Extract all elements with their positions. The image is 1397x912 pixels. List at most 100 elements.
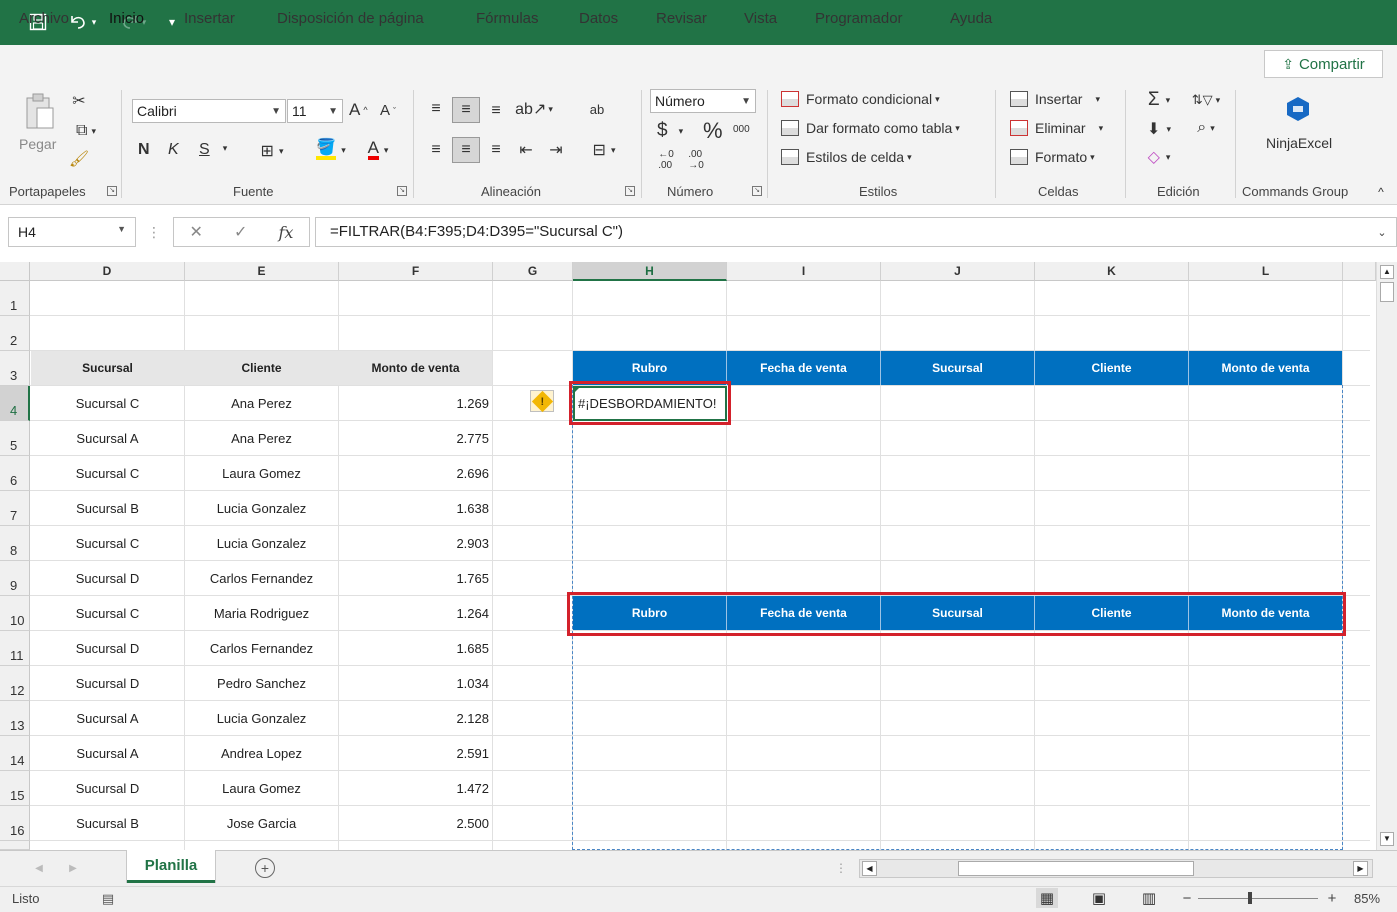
row-header[interactable]: 11: [0, 631, 30, 666]
table-cell[interactable]: Carlos Fernandez: [185, 561, 338, 595]
sort-filter-icon[interactable]: ⇅▽ ▾: [1186, 89, 1226, 111]
sheet-tab-planilla[interactable]: Planilla: [127, 850, 215, 883]
tab-ayuda[interactable]: Ayuda: [950, 10, 992, 27]
table-cell[interactable]: Laura Gomez: [185, 771, 338, 805]
ninjaexcel-icon[interactable]: [1285, 95, 1311, 123]
align-left-icon[interactable]: ≡: [426, 140, 446, 160]
scroll-down-icon[interactable]: ▼: [1380, 832, 1394, 846]
table-cell[interactable]: Sucursal A: [31, 701, 184, 735]
wrap-text-icon[interactable]: ab: [586, 97, 608, 121]
enter-icon[interactable]: ✓: [234, 222, 247, 242]
zoom-slider[interactable]: [1198, 898, 1318, 899]
cut-icon[interactable]: ✂: [68, 90, 90, 112]
accessibility-icon[interactable]: ▤: [98, 890, 118, 908]
table-cell[interactable]: Lucia Gonzalez: [185, 526, 338, 560]
table-header-cliente[interactable]: Cliente: [185, 351, 338, 385]
align-right-icon[interactable]: ≡: [486, 140, 506, 160]
format-painter-icon[interactable]: 🖌: [68, 148, 90, 170]
page-break-icon[interactable]: ▥: [1138, 888, 1160, 908]
decrease-decimal-icon[interactable]: .00 →0: [684, 149, 708, 171]
zoom-out-icon[interactable]: −: [1180, 889, 1194, 907]
cancel-icon[interactable]: ✕: [190, 222, 203, 242]
borders-icon[interactable]: ⊞ ▾: [250, 140, 294, 162]
tab-archivo[interactable]: Archivo: [19, 10, 69, 27]
row-header[interactable]: 13: [0, 701, 30, 736]
zoom-level[interactable]: 85%: [1354, 891, 1380, 906]
format-cells-button[interactable]: Formato ▾: [1010, 149, 1095, 165]
fill-color-icon[interactable]: 🪣 ▾: [311, 138, 351, 162]
alignment-launcher-icon[interactable]: ↘: [625, 186, 635, 196]
table-cell[interactable]: 1.269: [339, 386, 492, 420]
grow-font-button[interactable]: A ^: [349, 100, 368, 120]
table-cell[interactable]: Lucia Gonzalez: [185, 701, 338, 735]
column-header-k[interactable]: K: [1035, 262, 1189, 281]
formula-input[interactable]: =FILTRAR(B4:F395;D4:D395="Sucursal C"): [315, 217, 1397, 247]
scroll-up-icon[interactable]: ▲: [1380, 265, 1394, 279]
row-header[interactable]: 15: [0, 771, 30, 806]
row-header[interactable]: 14: [0, 736, 30, 771]
increase-indent-icon[interactable]: ⇥: [546, 140, 566, 160]
expand-formula-icon[interactable]: ⌄: [1374, 223, 1390, 241]
splitter-icon[interactable]: ⋮: [835, 860, 847, 876]
underline-dropdown-icon[interactable]: ▾: [218, 143, 232, 154]
table-cell[interactable]: Maria Rodriguez: [185, 596, 338, 630]
cell-styles-button[interactable]: Estilos de celda ▾: [781, 149, 912, 165]
row-header[interactable]: 7: [0, 491, 30, 526]
align-center-icon[interactable]: ≡: [452, 137, 480, 163]
clear-icon[interactable]: ◇ ▾: [1139, 146, 1179, 168]
tab-revisar[interactable]: Revisar: [656, 10, 707, 27]
column-header-h[interactable]: H: [573, 262, 727, 281]
table-cell[interactable]: 1.638: [339, 491, 492, 525]
warning-icon[interactable]: !: [530, 390, 554, 412]
tab-inicio[interactable]: Inicio: [109, 10, 145, 34]
result-header-rubro[interactable]: Rubro: [573, 351, 727, 385]
copy-icon[interactable]: ⧉ ▾: [66, 120, 106, 142]
table-cell[interactable]: 2.500: [339, 806, 492, 840]
number-launcher-icon[interactable]: ↘: [752, 186, 762, 196]
thousands-button[interactable]: 000: [733, 124, 750, 135]
table-cell[interactable]: 1.264: [339, 596, 492, 630]
orientation-icon[interactable]: ab↗ ▾: [515, 99, 553, 119]
align-top-icon[interactable]: ≡: [426, 99, 446, 119]
tab-datos[interactable]: Datos: [579, 10, 618, 27]
table-cell[interactable]: 2.696: [339, 456, 492, 490]
font-size-select[interactable]: 11 ▼: [287, 99, 343, 123]
table-cell[interactable]: Ana Perez: [185, 421, 338, 455]
tab-programador[interactable]: Programador: [815, 10, 903, 27]
table-cell[interactable]: 1.034: [339, 666, 492, 700]
table-cell[interactable]: Laura Gomez: [185, 456, 338, 490]
table-cell[interactable]: Sucursal D: [31, 666, 184, 700]
horizontal-scrollbar[interactable]: ◀ ▶: [859, 859, 1373, 878]
column-header-next[interactable]: [1343, 262, 1376, 281]
insert-function-icon[interactable]: fx: [279, 223, 294, 242]
share-button[interactable]: ⇪ Compartir: [1264, 50, 1383, 78]
column-header-d[interactable]: D: [30, 262, 185, 281]
font-color-icon[interactable]: A ▾: [358, 138, 398, 162]
percent-button[interactable]: %: [703, 118, 723, 144]
tab-formulas[interactable]: Fórmulas: [476, 10, 539, 27]
column-header-i[interactable]: I: [727, 262, 881, 281]
table-cell[interactable]: 2.903: [339, 526, 492, 560]
table-cell[interactable]: Sucursal C: [31, 596, 184, 630]
table-cell[interactable]: Sucursal C: [31, 386, 184, 420]
row-header[interactable]: 6: [0, 456, 30, 491]
row-header[interactable]: 10: [0, 596, 30, 631]
select-all-corner[interactable]: [0, 262, 30, 281]
row-header[interactable]: 9: [0, 561, 30, 596]
prev-sheet-icon[interactable]: ◀: [32, 861, 46, 875]
result-header-monto[interactable]: Monto de venta: [1189, 351, 1342, 385]
collapse-ribbon-icon[interactable]: ^: [1372, 184, 1390, 200]
row-header[interactable]: 3: [0, 351, 30, 386]
tab-insertar[interactable]: Insertar: [184, 10, 235, 27]
row-header[interactable]: 16: [0, 806, 30, 841]
column-header-g[interactable]: G: [493, 262, 573, 281]
scroll-left-icon[interactable]: ◀: [862, 861, 877, 876]
paste-icon[interactable]: [22, 92, 58, 132]
table-cell[interactable]: Carlos Fernandez: [185, 631, 338, 665]
table-cell[interactable]: Pedro Sanchez: [185, 666, 338, 700]
number-format-select[interactable]: Número ▼: [650, 89, 756, 113]
font-launcher-icon[interactable]: ↘: [397, 186, 407, 196]
align-bottom-icon[interactable]: ≡: [486, 101, 506, 121]
row-header[interactable]: 12: [0, 666, 30, 701]
increase-decimal-icon[interactable]: ←0.00: [654, 149, 678, 171]
